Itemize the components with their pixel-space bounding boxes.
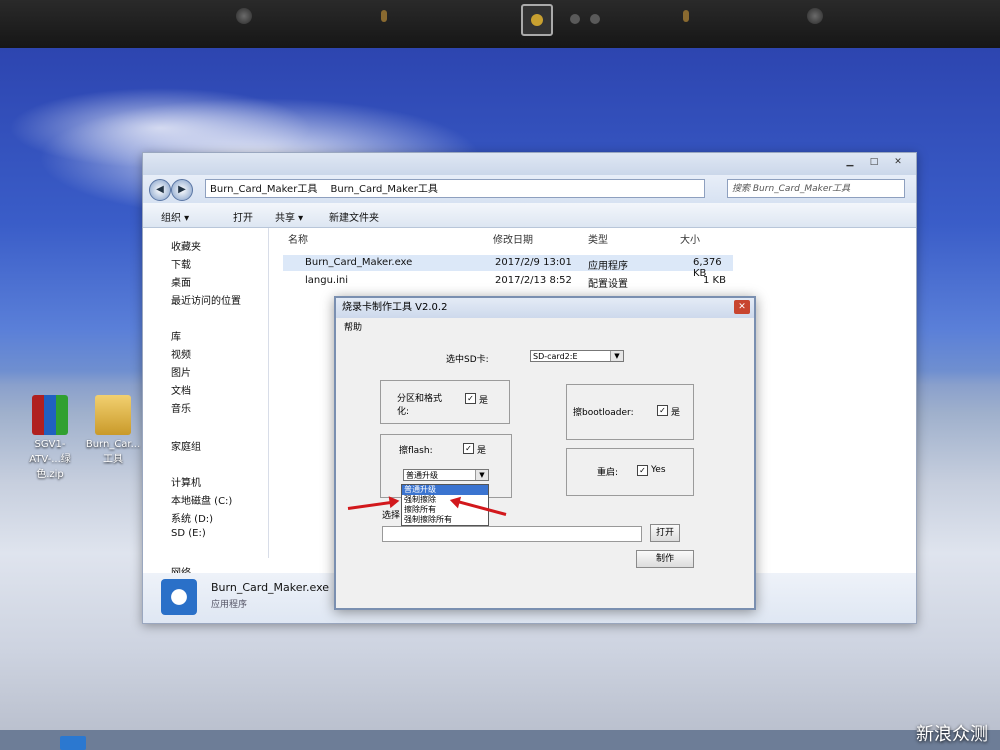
winrar-icon <box>32 395 68 435</box>
watermark: 新浪众测 <box>916 724 988 745</box>
flash-checkbox[interactable]: ✓ <box>463 443 474 454</box>
desktop-icon-label: Burn_Car...工具 <box>85 439 141 465</box>
file-date: 2017/2/9 13:01 <box>495 257 572 268</box>
nav-videos[interactable]: 视频 <box>171 346 191 361</box>
laptop-bezel <box>0 0 1000 48</box>
nav-library[interactable]: 库 <box>171 328 181 343</box>
file-path-field[interactable] <box>382 526 642 542</box>
breadcrumb-item[interactable]: Burn_Card_Maker工具 <box>210 184 317 195</box>
select-sd-label: 选中SD卡: <box>446 355 489 365</box>
restart-group: 重启: ✓ Yes <box>566 448 694 496</box>
sd-card-value: SD-card2:E <box>533 352 578 361</box>
nav-favorites[interactable]: 收藏夹 <box>171 238 201 253</box>
dialog-title: 烧录卡制作工具 V2.0.2 <box>336 298 754 318</box>
breadcrumb[interactable]: Burn_Card_Maker工具 Burn_Card_Maker工具 <box>205 179 705 198</box>
file-date: 2017/2/13 8:52 <box>495 275 572 286</box>
nav-documents[interactable]: 文档 <box>171 382 191 397</box>
navigation-pane: 收藏夹 下载 桌面 最近访问的位置 库 视频 图片 文档 音乐 家庭组 计算机 … <box>143 228 269 579</box>
partition-yes: 是 <box>479 396 489 406</box>
bootloader-label: 擦bootloader: <box>573 408 634 418</box>
partition-checkbox[interactable]: ✓ <box>465 393 476 404</box>
restart-label: 重启: <box>597 468 619 478</box>
file-name: langu.ini <box>305 275 349 286</box>
make-button[interactable]: 制作 <box>636 550 694 568</box>
microphone-hole <box>381 10 387 22</box>
restart-value: Yes <box>651 465 666 475</box>
bootloader-group: 擦bootloader: ✓ 是 <box>566 384 694 440</box>
flash-label: 擦flash: <box>399 446 433 456</box>
new-folder-button[interactable]: 新建文件夹 <box>329 209 379 224</box>
bootloader-checkbox[interactable]: ✓ <box>657 405 668 416</box>
close-button[interactable]: ✕ <box>734 300 750 314</box>
desktop-icon-label: SGV1-ATV-...绿色.zip <box>29 439 71 480</box>
column-header-name[interactable]: 名称 <box>288 231 308 246</box>
explorer-titlebar: ▁ □ ✕ <box>143 153 916 175</box>
webcam <box>521 4 553 36</box>
bezel-screw <box>236 8 252 24</box>
sensor-dot <box>570 14 580 24</box>
nav-downloads[interactable]: 下载 <box>171 256 191 271</box>
organize-button[interactable]: 组织 ▾ <box>161 209 189 224</box>
address-bar: ◀ ▶ Burn_Card_Maker工具 Burn_Card_Maker工具 … <box>143 175 916 203</box>
close-button[interactable]: ✕ <box>886 155 910 169</box>
column-header-type[interactable]: 类型 <box>588 231 608 246</box>
file-row[interactable]: Burn_Card_Maker.exe 2017/2/9 13:01 应用程序 … <box>283 255 733 279</box>
maximize-button[interactable]: □ <box>862 155 886 169</box>
nav-drive-c[interactable]: 本地磁盘 (C:) <box>171 492 232 507</box>
breadcrumb-item[interactable]: Burn_Card_Maker工具 <box>331 184 438 195</box>
window-controls: ▁ □ ✕ <box>838 155 910 169</box>
restart-checkbox[interactable]: ✓ <box>637 465 648 476</box>
file-name: Burn_Card_Maker.exe <box>305 257 413 268</box>
file-size: 1 KB <box>703 275 726 286</box>
forward-button[interactable]: ▶ <box>171 179 193 201</box>
dropdown-option[interactable]: 强制擦除 <box>402 495 488 505</box>
burn-card-dialog: 烧录卡制作工具 V2.0.2 ✕ 帮助 选中SD卡: SD-card2:E ▼ … <box>334 296 756 610</box>
microphone-hole <box>683 10 689 22</box>
flash-yes: 是 <box>477 446 487 456</box>
details-file-type: 应用程序 <box>211 600 248 610</box>
bezel-screw <box>807 8 823 24</box>
file-type: 配置设置 <box>588 279 628 290</box>
open-button[interactable]: 打开 <box>650 524 680 542</box>
chevron-down-icon: ▼ <box>610 351 623 361</box>
sd-card-select[interactable]: SD-card2:E ▼ <box>530 350 624 362</box>
flash-mode-value: 普通升级 <box>406 471 438 480</box>
details-file-name: Burn_Card_Maker.exe <box>211 581 330 594</box>
nav-homegroup[interactable]: 家庭组 <box>171 438 201 453</box>
file-type: 应用程序 <box>588 261 628 272</box>
partition-label: 分区和格式化: <box>397 394 443 417</box>
column-header-size[interactable]: 大小 <box>680 231 700 246</box>
dropdown-option[interactable]: 强制擦除所有 <box>402 515 488 525</box>
taskbar <box>0 730 1000 750</box>
menu-help[interactable]: 帮助 <box>344 320 362 333</box>
nav-drive-e[interactable]: SD (E:) <box>171 528 206 539</box>
desktop-icon-zip[interactable]: SGV1-ATV-...绿色.zip <box>20 395 80 480</box>
share-button[interactable]: 共享 ▾ <box>275 209 303 224</box>
chevron-down-icon: ▼ <box>475 470 488 480</box>
desktop-icon-folder[interactable]: Burn_Car...工具 <box>83 395 143 465</box>
folder-icon <box>95 395 131 435</box>
search-input[interactable]: 搜索 Burn_Card_Maker工具 <box>727 179 905 198</box>
file-row[interactable]: langu.ini 2017/2/13 8:52 配置设置 1 KB <box>283 273 733 290</box>
minimize-button[interactable]: ▁ <box>838 155 862 169</box>
column-header-date[interactable]: 修改日期 <box>493 231 533 246</box>
app-icon <box>161 579 197 615</box>
command-bar: 组织 ▾ 打开 共享 ▾ 新建文件夹 <box>143 203 916 228</box>
nav-drive-d[interactable]: 系统 (D:) <box>171 510 213 525</box>
nav-pictures[interactable]: 图片 <box>171 364 191 379</box>
open-button[interactable]: 打开 <box>233 209 253 224</box>
dropdown-option[interactable]: 普通升级 <box>402 485 488 495</box>
back-button[interactable]: ◀ <box>149 179 171 201</box>
taskbar-app-icon[interactable] <box>60 736 86 750</box>
nav-music[interactable]: 音乐 <box>171 400 191 415</box>
flash-mode-select[interactable]: 普通升级 ▼ <box>403 469 489 481</box>
partition-group: 分区和格式化: ✓ 是 <box>380 380 510 424</box>
bootloader-yes: 是 <box>671 408 681 418</box>
choose-label: 选择 <box>382 511 401 521</box>
nav-computer[interactable]: 计算机 <box>171 474 201 489</box>
nav-desktop[interactable]: 桌面 <box>171 274 191 289</box>
nav-recent[interactable]: 最近访问的位置 <box>171 292 241 307</box>
camera-icon <box>590 14 600 24</box>
